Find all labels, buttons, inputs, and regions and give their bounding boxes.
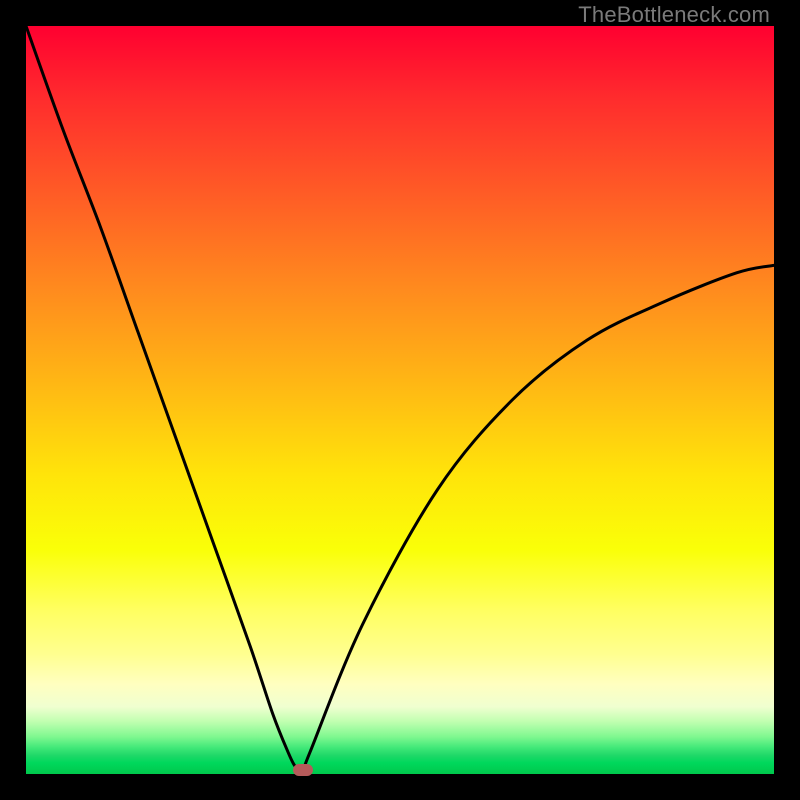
optimal-point-marker [293, 764, 313, 776]
watermark-text: TheBottleneck.com [578, 2, 770, 28]
chart-frame: TheBottleneck.com [0, 0, 800, 800]
bottleneck-curve [26, 26, 774, 771]
curve-layer [26, 26, 774, 774]
plot-area [26, 26, 774, 774]
